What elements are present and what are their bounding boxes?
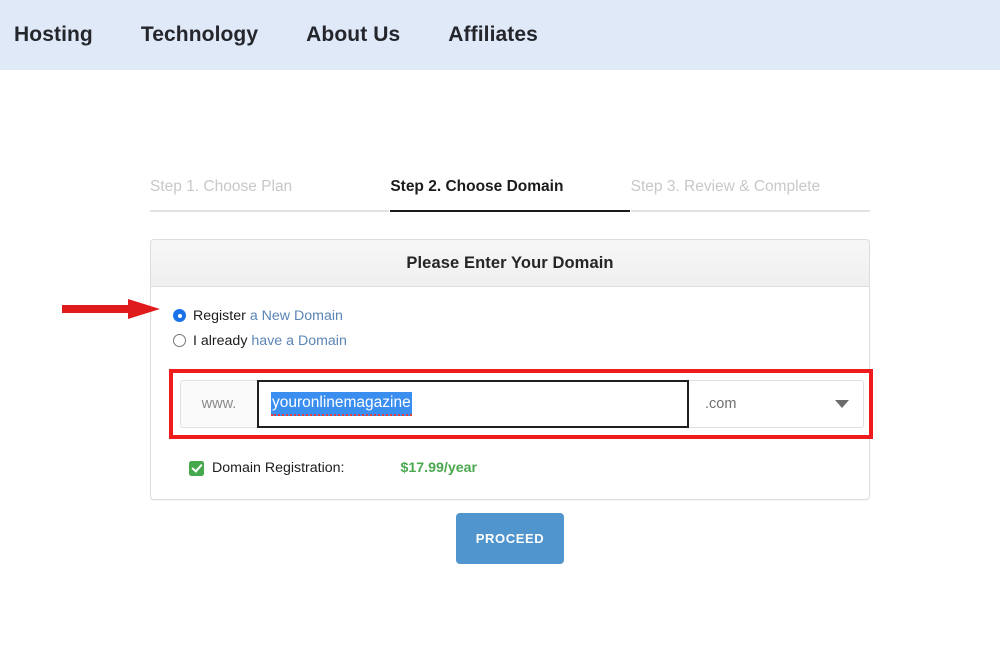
option-register-link[interactable]: a New Domain [250,308,343,324]
domain-input-selected-text: youronlinemagazine [271,392,412,416]
domain-input-group: www. youronlinemagazine .com [180,380,864,428]
annotation-box-domain-input: www. youronlinemagazine .com [169,369,873,439]
tld-select[interactable]: .com [689,380,864,428]
page-root: Hosting Technology About Us Affiliates S… [0,0,1000,666]
chevron-down-icon [835,400,849,408]
option-existing-domain[interactable]: I already have a Domain [173,328,849,353]
step-3-review-complete[interactable]: Step 3. Review & Complete [630,178,870,212]
option-register-new-domain[interactable]: Register a New Domain [173,303,849,328]
www-prefix-label: www. [180,380,257,428]
step-2-choose-domain[interactable]: Step 2. Choose Domain [390,178,630,212]
domain-panel: Please Enter Your Domain Register a New … [150,239,873,500]
tld-select-value: .com [705,396,737,412]
domain-registration-price: $17.99/year [400,460,478,476]
option-register-label: Register [193,307,246,324]
panel-title: Please Enter Your Domain [406,253,614,272]
nav-item-technology[interactable]: Technology [141,23,258,47]
step-1-choose-plan[interactable]: Step 1. Choose Plan [150,178,390,212]
top-navigation: Hosting Technology About Us Affiliates [0,0,1000,70]
option-existing-label: I already [193,332,248,349]
domain-panel-body: Register a New Domain I already have a D… [151,287,873,499]
checkout-steps: Step 1. Choose Plan Step 2. Choose Domai… [150,178,870,212]
nav-item-about-us[interactable]: About Us [306,23,400,47]
nav-item-affiliates[interactable]: Affiliates [448,23,538,47]
domain-registration-row: Domain Registration: $17.99/year [189,457,849,479]
radio-existing-domain[interactable] [173,334,186,347]
domain-registration-checkbox[interactable] [189,460,204,476]
domain-name-input[interactable]: youronlinemagazine [257,380,689,428]
annotation-arrow-pointing-to-register-radio [62,299,160,319]
option-existing-link[interactable]: have a Domain [251,333,346,349]
domain-panel-header: Please Enter Your Domain [151,240,869,287]
proceed-button[interactable]: PROCEED [456,513,564,564]
nav-item-hosting[interactable]: Hosting [14,23,93,47]
domain-registration-label: Domain Registration: [212,460,345,476]
radio-register-new-domain[interactable] [173,309,186,322]
